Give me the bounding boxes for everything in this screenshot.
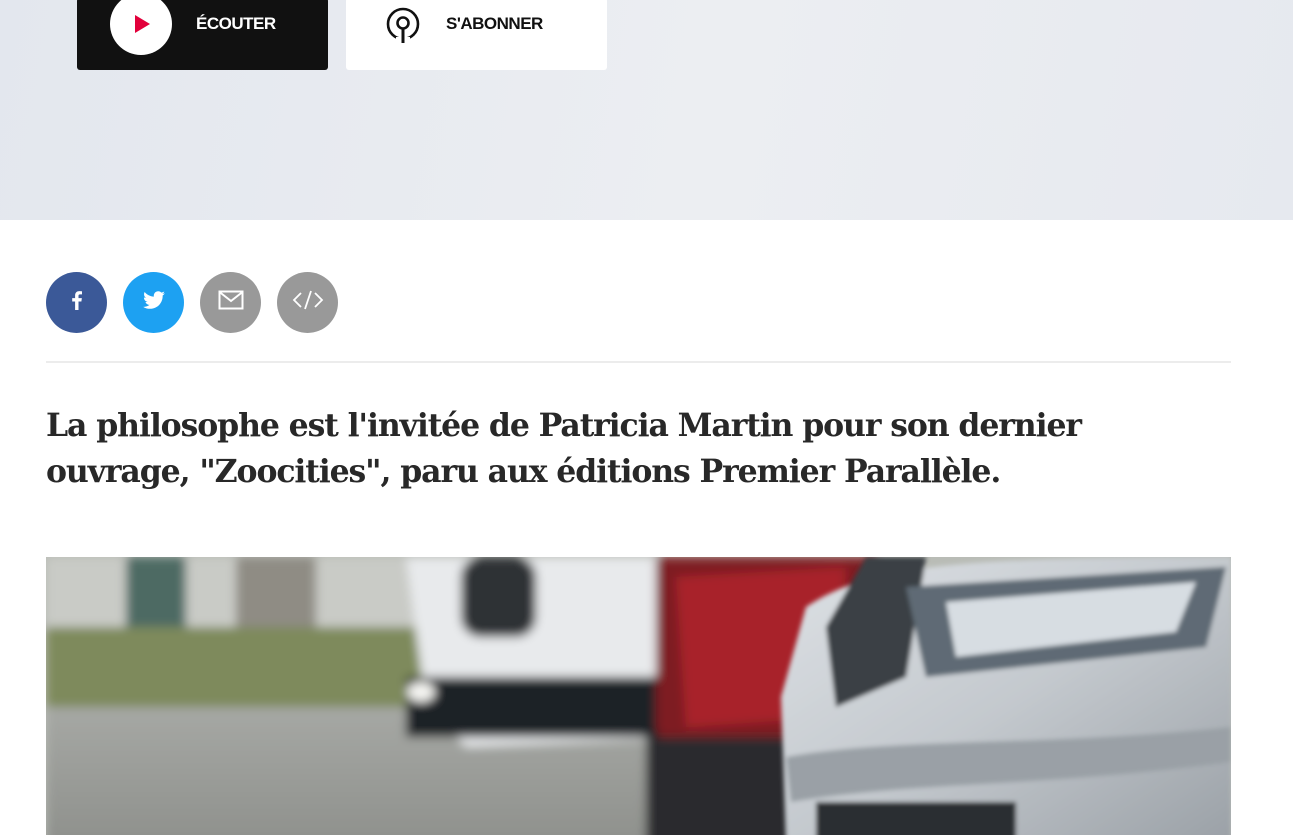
subscribe-label: S'ABONNER [446, 14, 543, 33]
article-image [46, 557, 1231, 835]
article-summary: La philosophe est l'invitée de Patricia … [46, 407, 1082, 490]
listen-button[interactable]: ÉCOUTER [77, 0, 328, 70]
play-icon [110, 0, 172, 55]
facebook-icon [65, 288, 89, 317]
share-facebook-button[interactable] [46, 272, 107, 333]
podcast-icon [384, 7, 422, 45]
share-email-button[interactable] [200, 272, 261, 333]
divider [46, 361, 1231, 363]
share-embed-button[interactable] [277, 272, 338, 333]
mail-icon [218, 290, 244, 315]
listen-label: ÉCOUTER [196, 14, 276, 33]
subscribe-button[interactable]: S'ABONNER [346, 0, 607, 70]
twitter-icon [141, 287, 167, 318]
code-icon [292, 289, 324, 316]
podcast-header: ÉCOUTER S'ABONNER [0, 0, 1293, 220]
share-twitter-button[interactable] [123, 272, 184, 333]
share-bar [46, 272, 338, 333]
